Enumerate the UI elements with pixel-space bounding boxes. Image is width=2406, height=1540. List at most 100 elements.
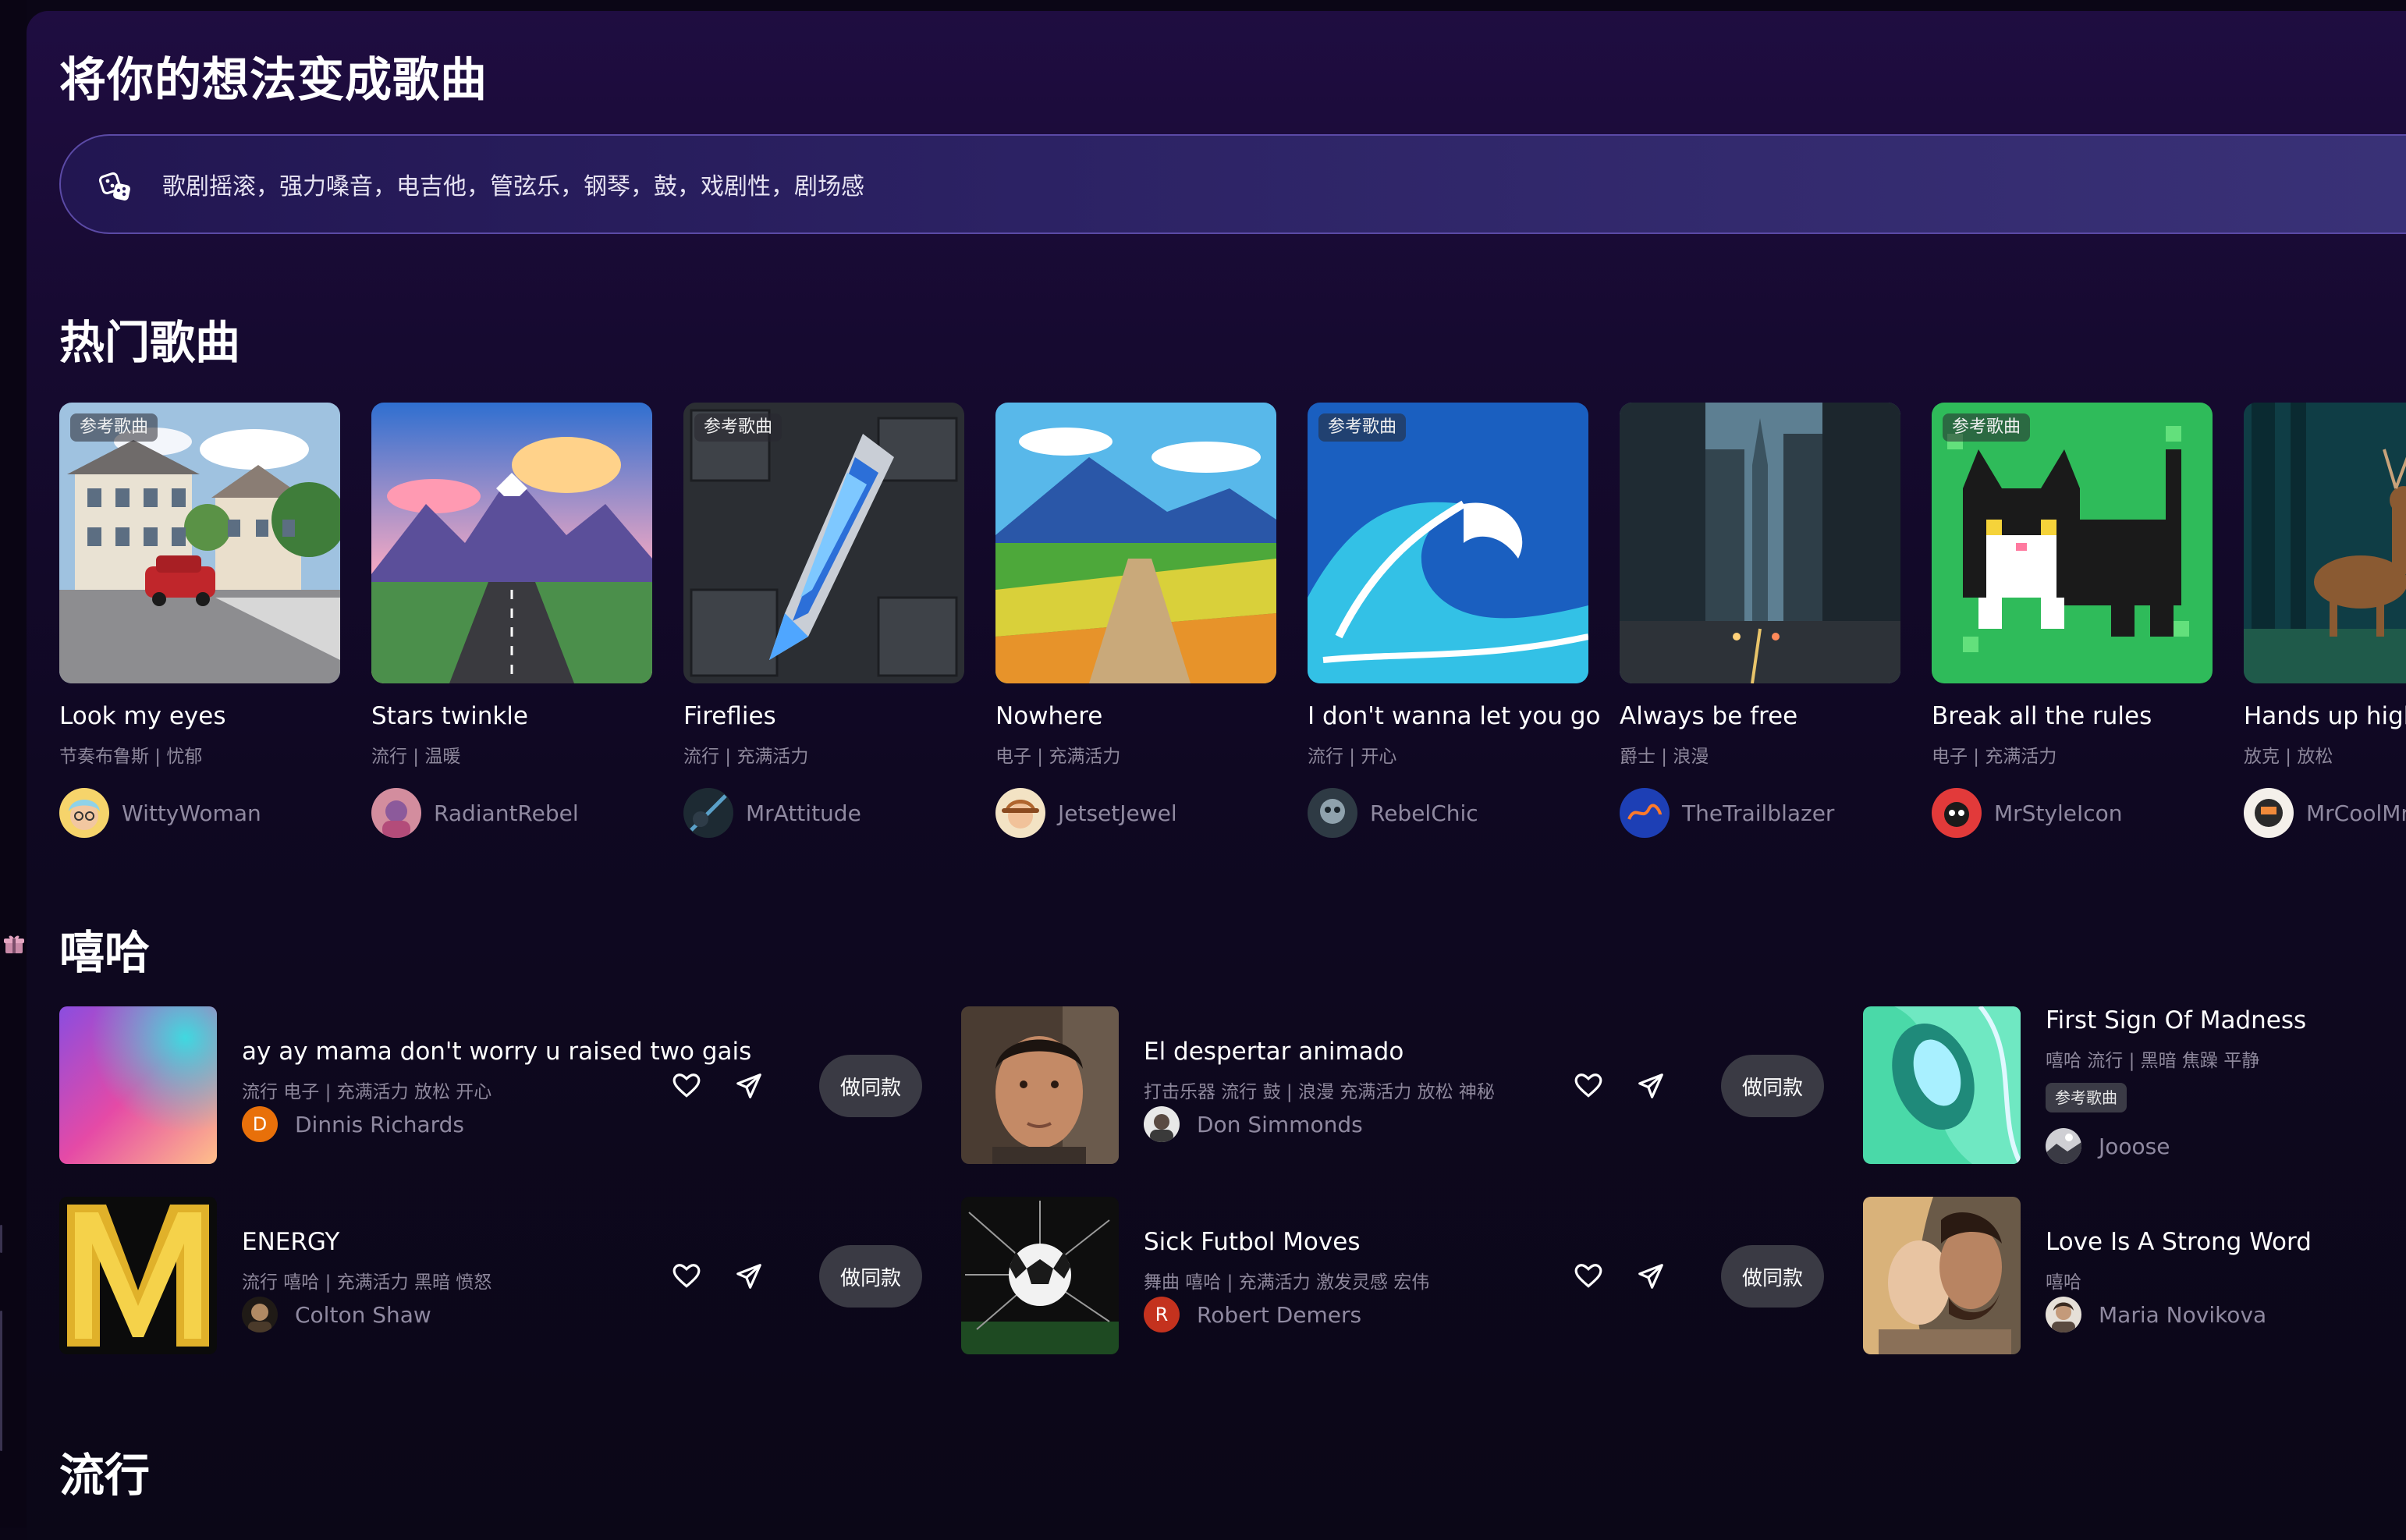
song-title[interactable]: Stars twinkle <box>371 702 652 730</box>
dice-icon[interactable] <box>98 169 133 203</box>
author-name[interactable]: MrCoolMr <box>2306 800 2406 826</box>
author[interactable]: Maria Novikova <box>2046 1297 2266 1332</box>
song-tags: 爵士 | 浪漫 <box>1620 747 1709 767</box>
list-item[interactable]: Sick Futbol Moves 舞曲 嘻哈 | 充满活力 激发灵感 宏伟 R… <box>961 1197 1824 1354</box>
author[interactable]: D Dinnis Richards <box>242 1106 464 1142</box>
author[interactable]: MrStyleIcon <box>1932 788 2213 838</box>
cover-art[interactable] <box>59 1006 217 1164</box>
cover-art[interactable] <box>1620 403 1900 683</box>
cover-art[interactable]: 参考歌曲 <box>683 403 964 683</box>
author-name[interactable]: Don Simmonds <box>1197 1112 1363 1137</box>
author-name[interactable]: MrStyleIcon <box>1994 800 2123 826</box>
author-name[interactable]: RadiantRebel <box>434 800 579 826</box>
list-item[interactable]: El despertar animado 打击乐器 流行 鼓 | 浪漫 充满活力… <box>961 1006 1824 1164</box>
song-title[interactable]: Love Is A Strong Word <box>2046 1228 2312 1256</box>
song-tags: 节奏布鲁斯 | 忧郁 <box>59 747 203 767</box>
song-title[interactable]: El despertar animado <box>1144 1038 1404 1066</box>
song-title[interactable]: Hands up high <box>2244 702 2406 730</box>
cover-art[interactable]: 参考歌曲 <box>1308 403 1588 683</box>
song-title[interactable]: ay ay mama don't worry u raised two gais <box>242 1038 751 1066</box>
list-item[interactable]: ENERGY 流行 嘻哈 | 充满活力 黑暗 愤怒 Colton Shaw 做同… <box>59 1197 922 1354</box>
make-similar-button[interactable]: 做同款 <box>819 1245 922 1308</box>
send-icon[interactable] <box>1634 1069 1668 1103</box>
song-tags: 放克 | 放松 <box>2244 747 2333 767</box>
author-name[interactable]: WittyWoman <box>122 800 261 826</box>
author[interactable]: R Robert Demers <box>1144 1297 1361 1332</box>
song-card[interactable]: 参考歌曲 Look my eyes 节奏布鲁斯 | 忧郁 WittyWoman <box>59 403 340 838</box>
author[interactable]: Jooose <box>2046 1128 2170 1164</box>
heart-icon[interactable] <box>669 1069 704 1103</box>
song-card[interactable]: Stars twinkle 流行 | 温暖 RadiantRebel <box>371 403 652 838</box>
cover-art[interactable] <box>961 1006 1119 1164</box>
author[interactable]: MrAttitude <box>683 788 964 838</box>
song-title[interactable]: Look my eyes <box>59 702 340 730</box>
song-title[interactable]: ENERGY <box>242 1228 339 1256</box>
avatar <box>2244 788 2294 838</box>
author[interactable]: MrCoolMr <box>2244 788 2406 838</box>
list-item[interactable]: ay ay mama don't worry u raised two gais… <box>59 1006 922 1164</box>
list-item[interactable]: Love Is A Strong Word 嘻哈 Maria Novikova <box>1863 1197 2406 1354</box>
song-title[interactable]: I don't wanna let you go <box>1308 702 1600 730</box>
list-item[interactable]: First Sign Of Madness 嘻哈 流行 | 黑暗 焦躁 平静 参… <box>1863 1006 2406 1164</box>
send-icon[interactable] <box>732 1069 766 1103</box>
song-title[interactable]: Fireflies <box>683 702 964 730</box>
author-name[interactable]: RebelChic <box>1370 800 1478 826</box>
cover-art[interactable] <box>371 403 652 683</box>
song-tags: 流行 | 开心 <box>1308 747 1397 767</box>
prompt-text[interactable]: 歌剧摇滚，强力嗓音，电吉他，管弦乐，钢琴，鼓，戏剧性，剧场感 <box>162 167 864 201</box>
song-title[interactable]: Break all the rules <box>1932 702 2213 730</box>
author[interactable]: JetsetJewel <box>995 788 1276 838</box>
make-similar-button[interactable]: 做同款 <box>1721 1055 1824 1117</box>
author-name[interactable]: MrAttitude <box>746 800 861 826</box>
author-name[interactable]: Robert Demers <box>1197 1302 1361 1328</box>
gift-icon[interactable] <box>3 933 25 955</box>
author-name[interactable]: TheTrailblazer <box>1682 800 1834 826</box>
song-card[interactable]: 参考歌曲 I don't wanna let you go 流行 | 开心 Re… <box>1308 403 1600 838</box>
reference-badge: 参考歌曲 <box>1943 413 2031 442</box>
author[interactable]: Colton Shaw <box>242 1297 431 1332</box>
author[interactable]: WittyWoman <box>59 788 340 838</box>
avatar: D <box>242 1106 278 1142</box>
make-similar-button[interactable]: 做同款 <box>1721 1245 1824 1308</box>
send-icon[interactable] <box>732 1259 766 1293</box>
author-name[interactable]: JetsetJewel <box>1058 800 1177 826</box>
song-card[interactable]: Hands up high 放克 | 放松 MrCoolMr <box>2244 403 2406 838</box>
cover-art[interactable] <box>2244 403 2406 683</box>
song-card[interactable]: Nowhere 电子 | 充满活力 JetsetJewel <box>995 403 1276 838</box>
main-panel: 将你的想法变成歌曲 歌剧摇滚，强力嗓音，电吉他，管弦乐，钢琴，鼓，戏剧性，剧场感… <box>27 11 2406 1540</box>
song-title[interactable]: Sick Futbol Moves <box>1144 1228 1360 1256</box>
make-similar-button[interactable]: 做同款 <box>819 1055 922 1117</box>
cover-art[interactable] <box>1863 1006 2021 1164</box>
song-card[interactable]: 参考歌曲 Break all the rules 电子 | 充满活力 MrSty… <box>1932 403 2213 838</box>
reference-badge: 参考歌曲 <box>1318 413 1407 442</box>
send-icon[interactable] <box>1634 1259 1668 1293</box>
author[interactable]: RebelChic <box>1308 788 1588 838</box>
song-title[interactable]: Nowhere <box>995 702 1276 730</box>
song-title[interactable]: Always be free <box>1620 702 1900 730</box>
prompt-input[interactable]: 歌剧摇滚，强力嗓音，电吉他，管弦乐，钢琴，鼓，戏剧性，剧场感 <box>59 134 2406 234</box>
avatar <box>995 788 1045 838</box>
cover-art[interactable] <box>59 1197 217 1354</box>
author[interactable]: Don Simmonds <box>1144 1106 1363 1142</box>
author-name[interactable]: Maria Novikova <box>2099 1302 2266 1328</box>
song-tags: 流行 电子 | 充满活力 放松 开心 <box>242 1082 492 1102</box>
song-card[interactable]: Always be free 爵士 | 浪漫 TheTrailblazer <box>1620 403 1900 838</box>
cover-art[interactable] <box>1863 1197 2021 1354</box>
heart-icon[interactable] <box>669 1259 704 1293</box>
heart-icon[interactable] <box>1571 1069 1606 1103</box>
avatar <box>1144 1106 1180 1142</box>
author-name[interactable]: Dinnis Richards <box>295 1112 464 1137</box>
song-card[interactable]: 参考歌曲 Fireflies 流行 | 充满活力 MrAttitude <box>683 403 964 838</box>
cover-art[interactable] <box>961 1197 1119 1354</box>
section-title-hiphop: 嘻哈 <box>59 926 151 979</box>
author[interactable]: TheTrailblazer <box>1620 788 1900 838</box>
avatar <box>1308 788 1357 838</box>
song-title[interactable]: First Sign Of Madness <box>2046 1006 2306 1034</box>
cover-art[interactable]: 参考歌曲 <box>1932 403 2213 683</box>
author[interactable]: RadiantRebel <box>371 788 652 838</box>
cover-art[interactable]: 参考歌曲 <box>59 403 340 683</box>
author-name[interactable]: Jooose <box>2099 1134 2170 1159</box>
author-name[interactable]: Colton Shaw <box>295 1302 431 1328</box>
heart-icon[interactable] <box>1571 1259 1606 1293</box>
cover-art[interactable] <box>995 403 1276 683</box>
